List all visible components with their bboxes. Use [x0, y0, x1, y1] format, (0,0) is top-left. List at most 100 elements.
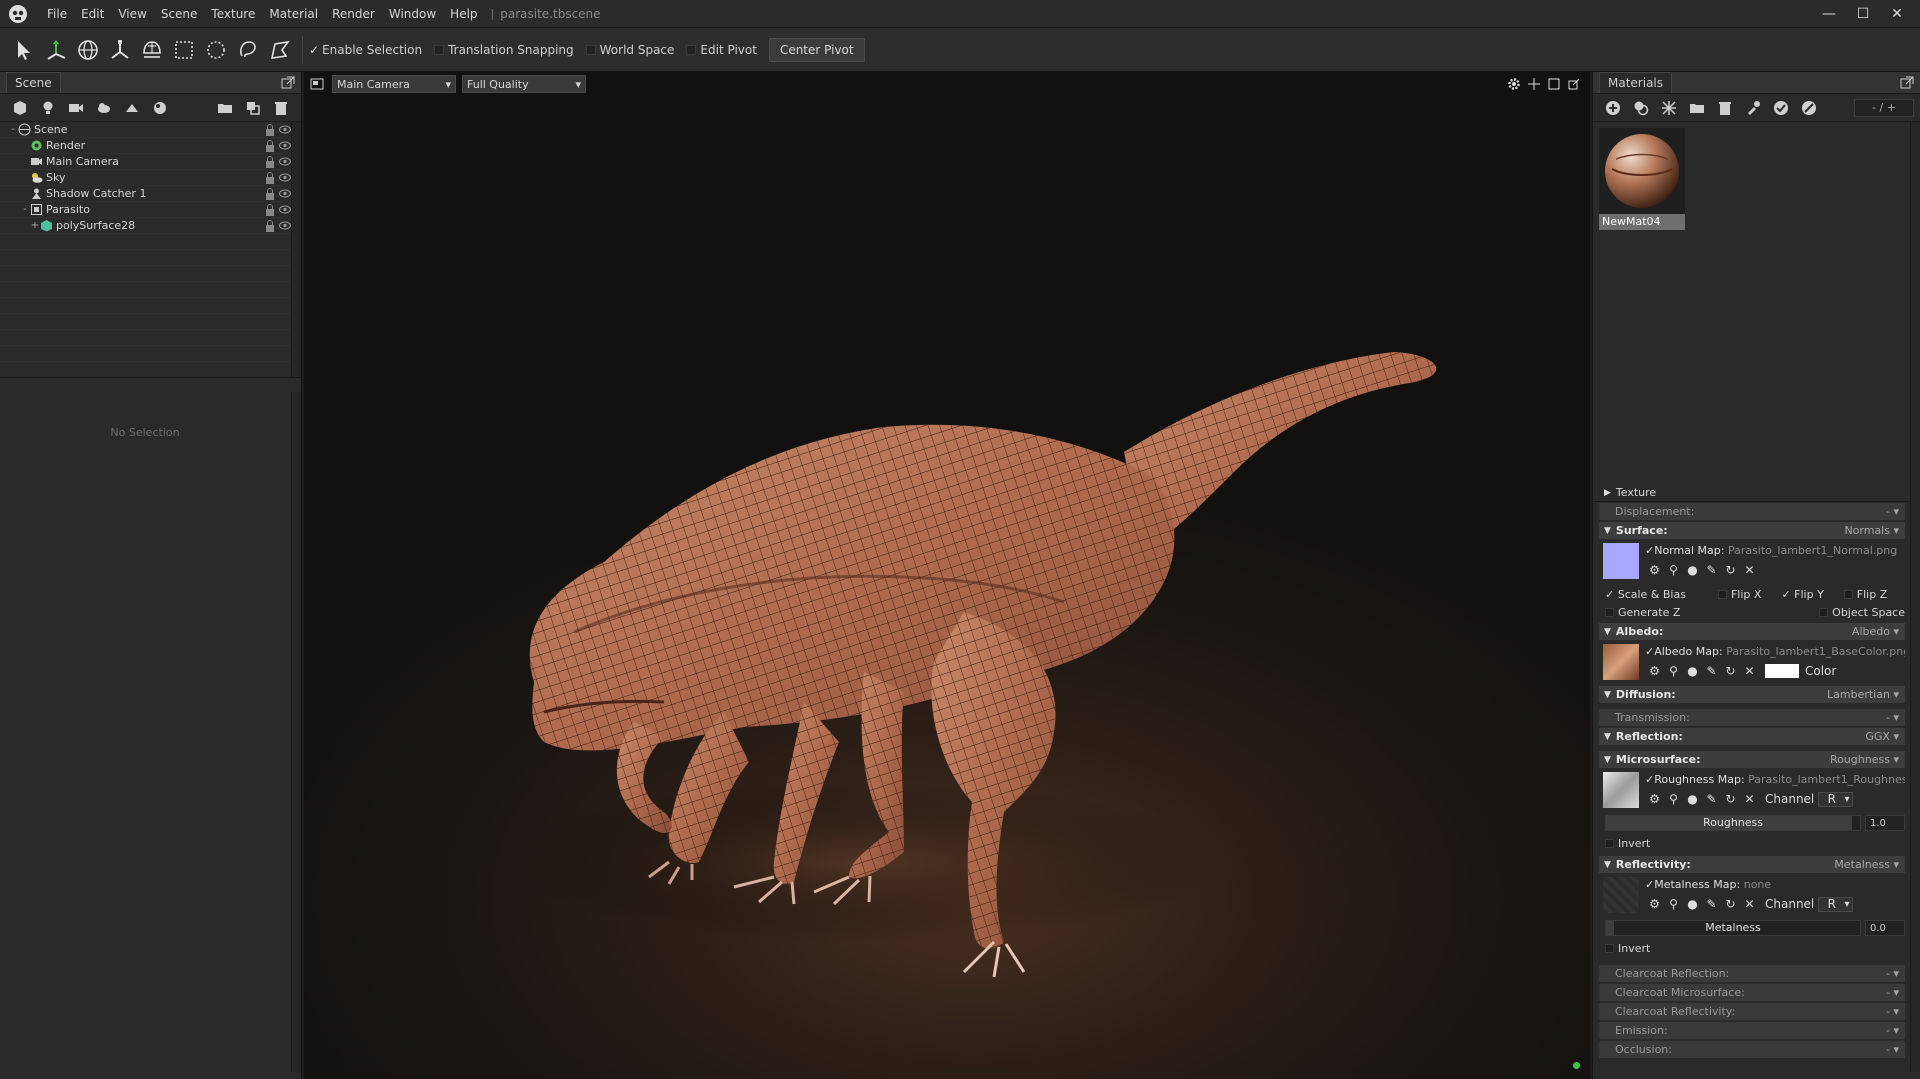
- rotate-tool-icon[interactable]: [72, 34, 104, 66]
- roughness-value-field[interactable]: 1.0: [1865, 815, 1905, 831]
- section-reflection[interactable]: ▼ Reflection: GGX ▾: [1599, 728, 1905, 745]
- search-icon[interactable]: ⚲: [1664, 562, 1683, 578]
- section-transmission[interactable]: Transmission: - ▾: [1599, 709, 1905, 726]
- add-fog-icon[interactable]: [146, 96, 174, 120]
- apply-material-icon[interactable]: [1767, 96, 1795, 120]
- search-icon[interactable]: ⚲: [1664, 791, 1683, 807]
- translation-snapping-toggle[interactable]: Translation Snapping: [434, 43, 574, 57]
- clear-material-icon[interactable]: [1795, 96, 1823, 120]
- bake-icon[interactable]: ●: [1683, 663, 1702, 679]
- folder-icon[interactable]: [211, 96, 239, 120]
- eye-icon[interactable]: [279, 205, 291, 214]
- refresh-icon[interactable]: ↻: [1721, 791, 1740, 807]
- section-clearcoat-reflection[interactable]: Clearcoat Reflection: - ▾: [1599, 965, 1905, 982]
- section-texture[interactable]: ▶ Texture: [1599, 484, 1905, 501]
- section-reflectivity[interactable]: ▼ Reflectivity: Metalness ▾: [1599, 856, 1905, 873]
- section-value[interactable]: GGX ▾: [1865, 730, 1899, 743]
- creature-model[interactable]: [304, 72, 1590, 1079]
- normal-map-swatch[interactable]: [1603, 543, 1639, 579]
- close-icon[interactable]: ✕: [1740, 663, 1759, 679]
- lasso-select-icon[interactable]: [232, 34, 264, 66]
- pencil-icon[interactable]: ✎: [1702, 562, 1721, 578]
- eye-icon[interactable]: [279, 157, 291, 166]
- material-page-counter[interactable]: - / +: [1854, 98, 1914, 117]
- add-shadow-catcher-icon[interactable]: [118, 96, 146, 120]
- popout-icon[interactable]: [281, 76, 295, 90]
- add-material-icon[interactable]: [1599, 96, 1627, 120]
- pick-material-icon[interactable]: [1739, 96, 1767, 120]
- pencil-icon[interactable]: ✎: [1702, 896, 1721, 912]
- pencil-icon[interactable]: ✎: [1702, 791, 1721, 807]
- metalness-value-field[interactable]: 0.0: [1865, 920, 1905, 936]
- section-value[interactable]: Metalness ▾: [1834, 858, 1899, 871]
- add-camera-icon[interactable]: [62, 96, 90, 120]
- menu-help[interactable]: Help: [443, 7, 484, 21]
- metalness-invert-checkbox[interactable]: Invert: [1599, 939, 1905, 957]
- menu-view[interactable]: View: [111, 7, 153, 21]
- gear-icon[interactable]: ⚙: [1645, 562, 1664, 578]
- section-value[interactable]: Albedo ▾: [1852, 625, 1899, 638]
- trash-icon[interactable]: [1711, 96, 1739, 120]
- properties-scrollbar[interactable]: [291, 392, 301, 1072]
- gear-icon[interactable]: ⚙: [1645, 663, 1664, 679]
- close-icon[interactable]: ✕: [1740, 562, 1759, 578]
- flip-z-checkbox[interactable]: Flip Z: [1843, 588, 1887, 601]
- section-emission[interactable]: Emission: - ▾: [1599, 1022, 1905, 1039]
- eye-icon[interactable]: [279, 141, 291, 150]
- polygon-select-icon[interactable]: [264, 34, 296, 66]
- scene-tree-scrollbar[interactable]: [291, 122, 301, 377]
- roughness-invert-checkbox[interactable]: Invert: [1599, 834, 1905, 852]
- lock-icon[interactable]: [265, 188, 275, 200]
- 3d-viewport[interactable]: Main Camera ▾ Full Quality ▾: [304, 72, 1590, 1079]
- trash-icon[interactable]: [267, 96, 295, 120]
- scale-bias-checkbox[interactable]: ✓ Scale & Bias: [1605, 588, 1686, 601]
- eye-icon[interactable]: [279, 189, 291, 198]
- pencil-icon[interactable]: ✎: [1702, 663, 1721, 679]
- menu-texture[interactable]: Texture: [204, 7, 262, 21]
- tree-row-scene[interactable]: - Scene: [0, 122, 301, 138]
- roughness-channel-select[interactable]: R ▾: [1818, 791, 1854, 807]
- section-microsurface[interactable]: ▼ Microsurface: Roughness ▾: [1599, 751, 1905, 768]
- tree-row-render[interactable]: Render: [0, 138, 301, 154]
- enable-selection-toggle[interactable]: ✓ Enable Selection: [309, 43, 422, 57]
- flip-x-checkbox[interactable]: Flip X: [1717, 588, 1761, 601]
- minimize-icon[interactable]: —: [1812, 0, 1846, 28]
- select-arrow-icon[interactable]: [8, 34, 40, 66]
- section-value[interactable]: - ▾: [1886, 967, 1899, 980]
- albedo-color-swatch[interactable]: [1765, 664, 1799, 678]
- collapse-icon[interactable]: -: [20, 204, 30, 215]
- metalness-slider[interactable]: Metalness: [1605, 920, 1861, 936]
- lock-icon[interactable]: [265, 140, 275, 152]
- section-displacement[interactable]: Displacement: - ▾: [1599, 503, 1905, 520]
- eye-icon[interactable]: [279, 125, 291, 134]
- gear-icon[interactable]: ⚙: [1645, 791, 1664, 807]
- bake-icon[interactable]: ●: [1683, 562, 1702, 578]
- tree-row-main-camera[interactable]: Main Camera: [0, 154, 301, 170]
- center-pivot-button[interactable]: Center Pivot: [768, 37, 865, 62]
- close-icon[interactable]: ✕: [1880, 0, 1914, 28]
- section-value[interactable]: - ▾: [1886, 711, 1899, 724]
- maximize-icon[interactable]: ☐: [1846, 0, 1880, 28]
- section-diffusion[interactable]: ▼ Diffusion: Lambertian ▾: [1599, 686, 1905, 703]
- add-sky-icon[interactable]: [90, 96, 118, 120]
- section-clearcoat-reflectivity[interactable]: Clearcoat Reflectivity: - ▾: [1599, 1003, 1905, 1020]
- ellipse-select-icon[interactable]: [200, 34, 232, 66]
- check-icon[interactable]: ✓: [1645, 773, 1654, 786]
- metalness-map-swatch[interactable]: [1603, 877, 1639, 913]
- add-light-icon[interactable]: [34, 96, 62, 120]
- material-grid-icon[interactable]: [1655, 96, 1683, 120]
- section-value[interactable]: Normals ▾: [1844, 524, 1899, 537]
- edit-pivot-toggle[interactable]: Edit Pivot: [686, 43, 757, 57]
- materials-scrollbar[interactable]: [1910, 122, 1920, 501]
- section-albedo[interactable]: ▼ Albedo: Albedo ▾: [1599, 623, 1905, 640]
- bake-icon[interactable]: ●: [1683, 896, 1702, 912]
- menu-material[interactable]: Material: [262, 7, 325, 21]
- section-value[interactable]: - ▾: [1886, 986, 1899, 999]
- tree-row-parasito[interactable]: - Parasito: [0, 202, 301, 218]
- popout-icon[interactable]: [1900, 76, 1914, 90]
- lock-icon[interactable]: [265, 124, 275, 136]
- eye-icon[interactable]: [279, 221, 291, 230]
- duplicate-icon[interactable]: [239, 96, 267, 120]
- object-transform-icon[interactable]: [136, 34, 168, 66]
- search-icon[interactable]: ⚲: [1664, 896, 1683, 912]
